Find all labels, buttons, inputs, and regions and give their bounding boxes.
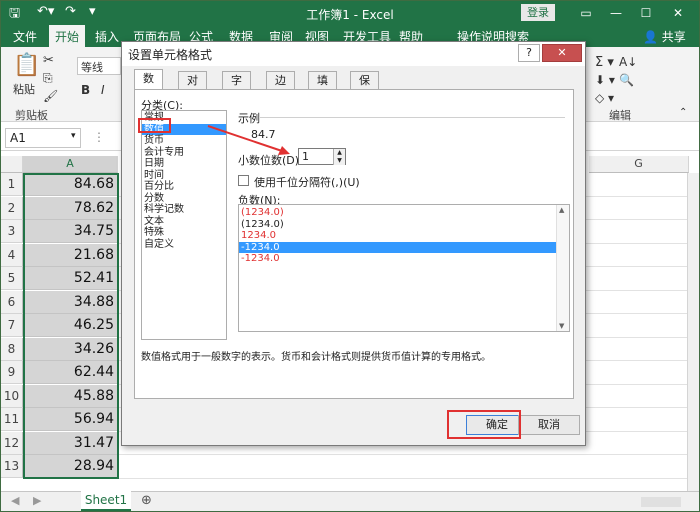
annotation-arrow [207, 125, 290, 155]
excel-window: 🖫 ↶▾ ↷ ▾ 工作簿1 - Excel 登录 ▭ — ☐ ✕ 文件 开始 插… [0, 0, 700, 512]
